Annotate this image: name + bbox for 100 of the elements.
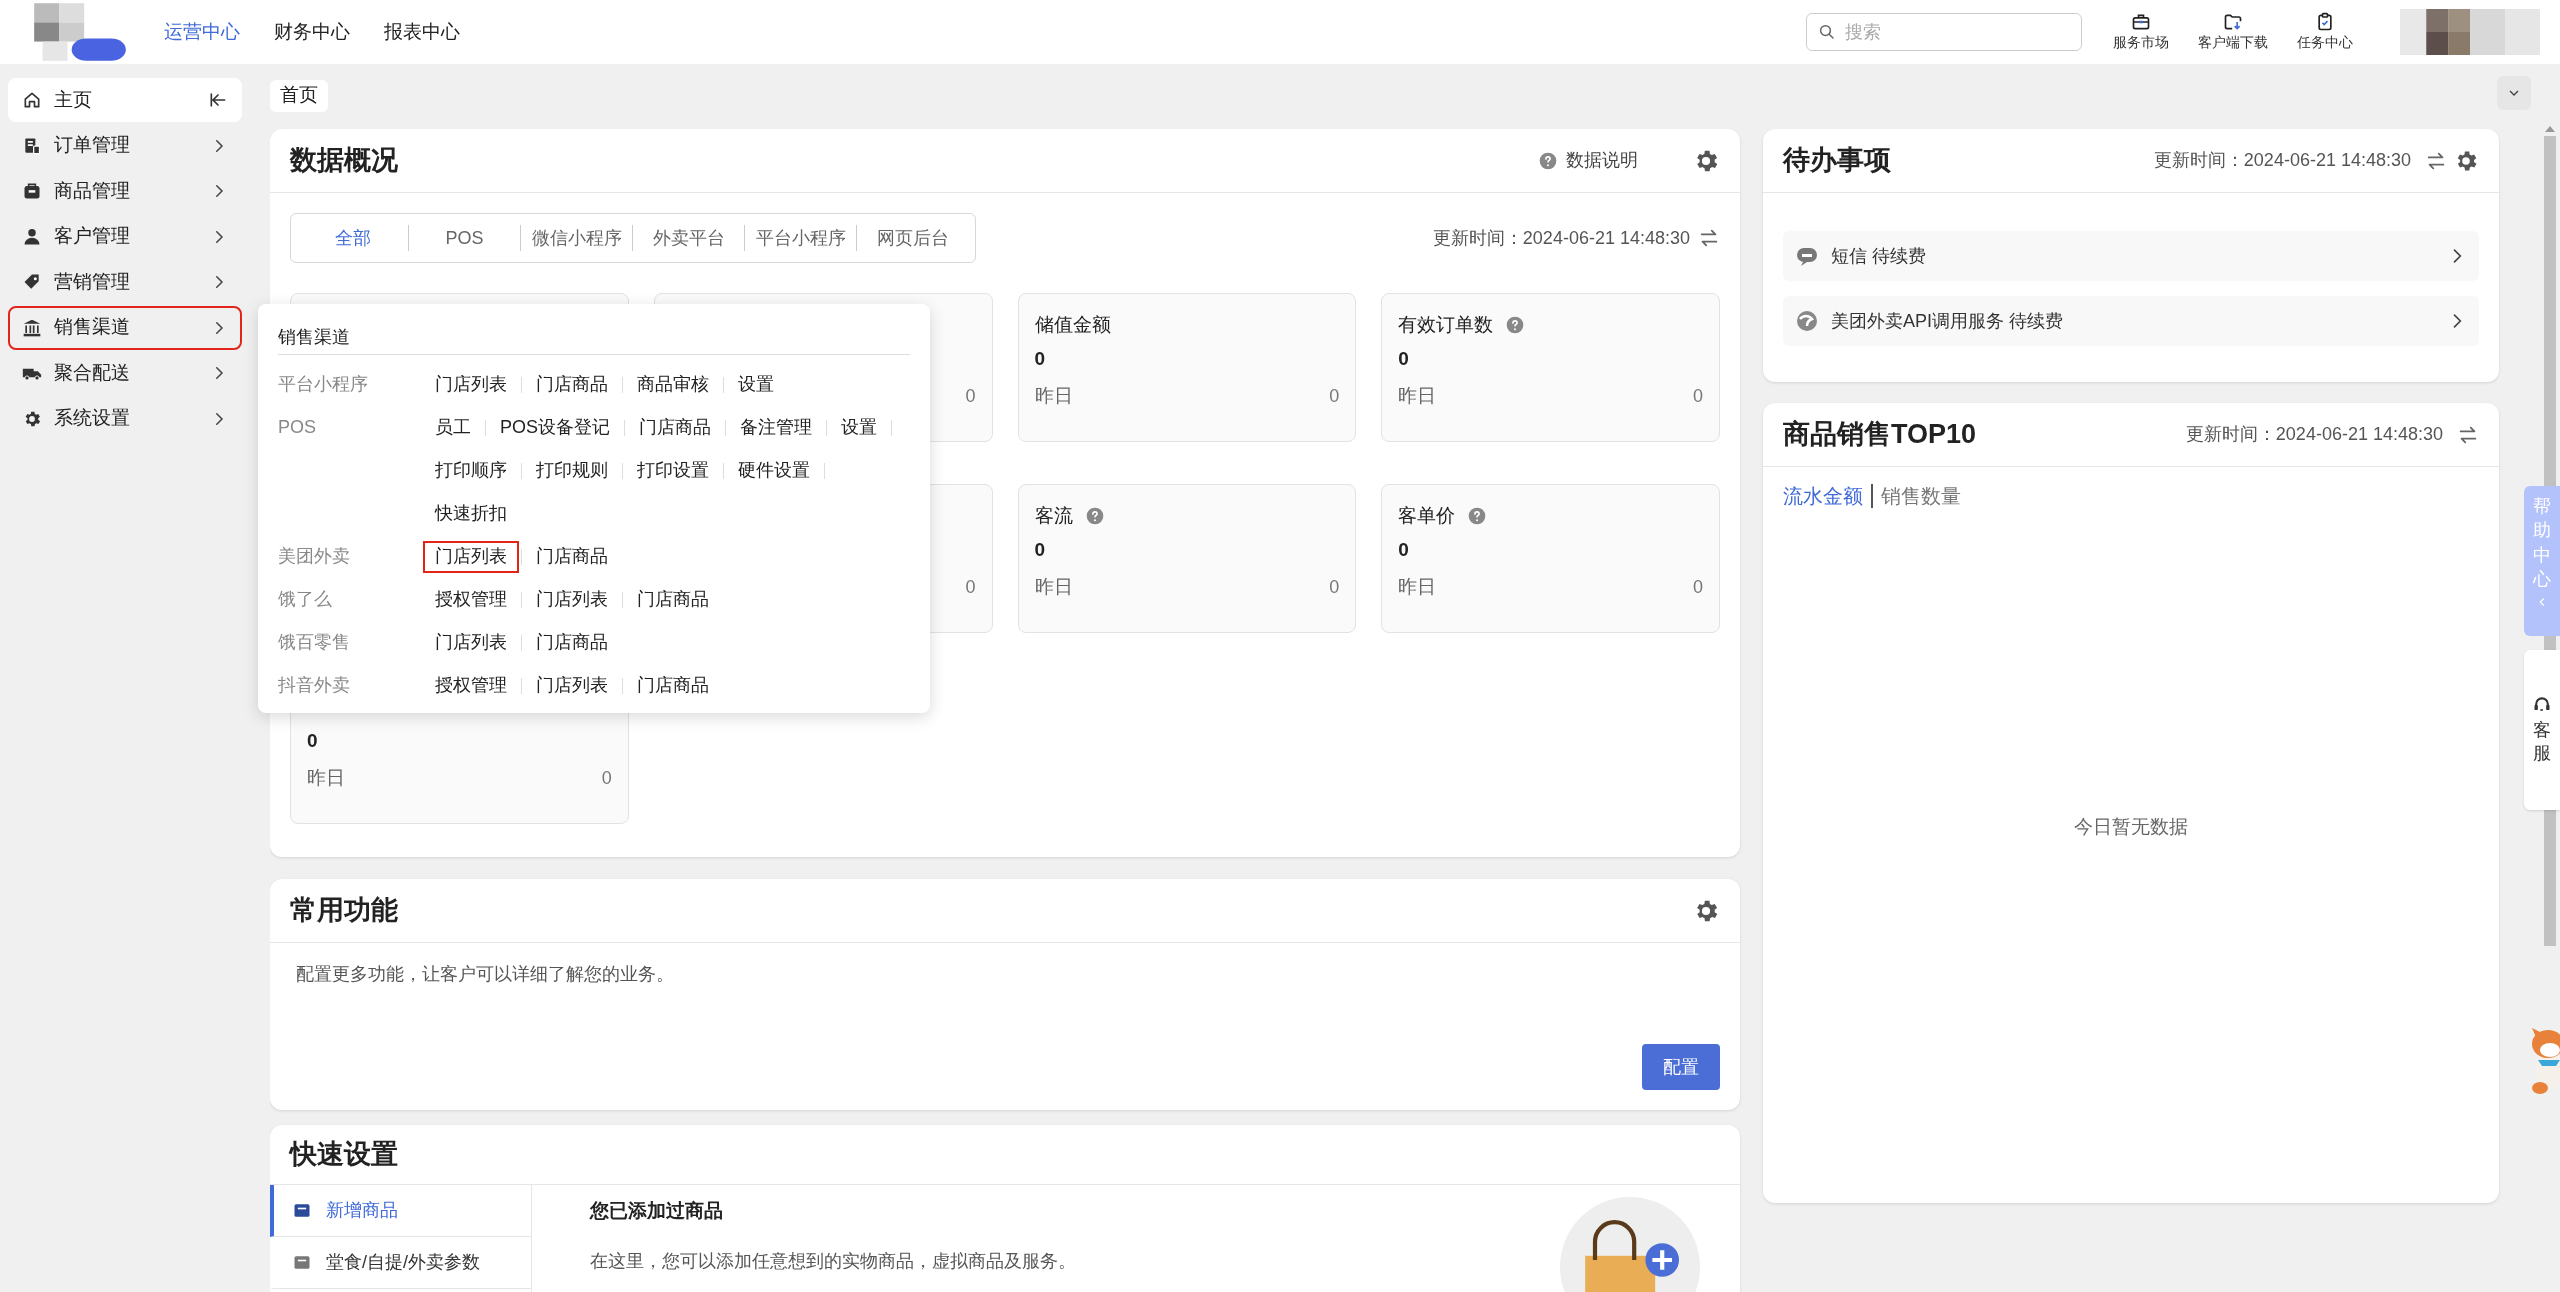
filter-tab[interactable]: 外卖平台 xyxy=(633,225,745,251)
metric-value: 0 xyxy=(1034,537,1046,562)
avatar[interactable] xyxy=(2400,9,2540,55)
metric-value: 0 xyxy=(965,575,976,599)
menu-link[interactable]: 门店商品 xyxy=(625,669,721,702)
metric-label: 储值金额 xyxy=(1034,312,1111,337)
metric-value: 0 xyxy=(1034,346,1046,371)
sidebar-item[interactable]: 商品管理 xyxy=(8,169,242,213)
bag-icon xyxy=(22,181,42,201)
refresh-icon[interactable] xyxy=(1698,227,1720,249)
swirl-icon xyxy=(1795,309,1819,333)
menu-link[interactable]: 打印规则 xyxy=(524,454,620,487)
card-title: 待办事项 xyxy=(1783,144,1891,178)
filter-tab[interactable]: 网页后台 xyxy=(857,225,969,251)
menu-link[interactable]: 授权管理 xyxy=(423,583,519,616)
setup-tab[interactable]: 堂食/自提/外卖参数 xyxy=(270,1237,531,1289)
menu-label: POS xyxy=(278,416,317,439)
menu-label: 饿百零售 xyxy=(278,631,351,654)
metric-caption: 昨日 xyxy=(1034,383,1073,408)
briefcase-icon[interactable] xyxy=(2131,12,2151,32)
metric-toggle[interactable]: 流水金额 xyxy=(1783,481,1863,511)
metric-toggle[interactable]: 销售数量 xyxy=(1881,481,1961,511)
section-heading: 您已添加过商品 xyxy=(590,1199,724,1223)
menu-link[interactable]: 门店列表 xyxy=(423,540,519,573)
customer-service-tab[interactable]: 客服 xyxy=(2524,650,2560,810)
menu-link[interactable]: 设置 xyxy=(726,368,786,401)
home-icon xyxy=(22,90,42,110)
help-icon[interactable] xyxy=(1084,506,1105,526)
menu-link[interactable]: POS设备登记 xyxy=(488,411,622,444)
metric-label: 客单价 xyxy=(1398,503,1456,528)
menu-link[interactable]: 商品审核 xyxy=(625,368,721,401)
menu-link[interactable]: 门店商品 xyxy=(524,626,620,659)
person-icon xyxy=(22,226,42,247)
menu-link[interactable]: 门店商品 xyxy=(524,540,620,573)
menu-link[interactable]: 硬件设置 xyxy=(726,454,822,487)
nav-tab[interactable]: 报表中心 xyxy=(370,0,474,64)
todo-item[interactable]: 美团外卖API调用服务 待续费 xyxy=(1783,296,2479,346)
search-field[interactable]: 搜索 xyxy=(1806,13,2082,51)
filter-tab[interactable]: 全部 xyxy=(297,225,409,251)
menu-link[interactable]: 门店列表 xyxy=(423,368,519,401)
menu-link[interactable]: 门店列表 xyxy=(524,583,620,616)
menu-link[interactable]: 打印设置 xyxy=(625,454,721,487)
metric-value: 0 xyxy=(1329,575,1340,599)
help-icon[interactable] xyxy=(1505,315,1526,335)
todo-item[interactable]: 短信 待续费 xyxy=(1783,231,2479,281)
folder-download-icon[interactable] xyxy=(2223,12,2243,32)
card-title: 数据概况 xyxy=(290,144,398,178)
metric-value: 0 xyxy=(307,728,318,753)
card-title: 商品销售TOP10 xyxy=(1783,418,1977,452)
setup-tab[interactable]: 新增商品 xyxy=(270,1185,531,1237)
metric-value: 0 xyxy=(1398,346,1409,371)
sidebar-item[interactable]: 系统设置 xyxy=(8,396,242,441)
clipboard-check-icon[interactable] xyxy=(2315,12,2335,32)
sidebar-item[interactable]: 聚合配送 xyxy=(8,351,242,395)
bank-icon xyxy=(22,317,42,338)
metric-value: 0 xyxy=(1398,537,1409,562)
card-title: 快速设置 xyxy=(290,1138,398,1172)
metric-caption: 昨日 xyxy=(1398,383,1437,408)
update-time: 更新时间：2024-06-21 14:48:30 xyxy=(2185,423,2443,446)
empty-message: 今日暂无数据 xyxy=(2074,814,2188,839)
metric-caption: 昨日 xyxy=(307,765,345,790)
metric-label: 有效订单数 xyxy=(1398,312,1494,337)
sidebar-item[interactable]: 客户管理 xyxy=(8,214,242,259)
sidebar-item[interactable]: 销售渠道 xyxy=(8,305,242,350)
menu-link[interactable]: 员工 xyxy=(423,411,483,444)
collapse-icon[interactable] xyxy=(208,90,228,110)
menu-link[interactable]: 打印顺序 xyxy=(423,454,519,487)
menu-link[interactable]: 门店商品 xyxy=(627,411,723,444)
menu-link[interactable]: 备注管理 xyxy=(728,411,824,444)
help-link[interactable]: 数据说明 xyxy=(1566,147,1638,174)
help-icon[interactable] xyxy=(1467,506,1488,526)
filter-tab[interactable]: POS xyxy=(409,225,521,251)
menu-link[interactable]: 门店商品 xyxy=(625,583,721,616)
nav-tab[interactable]: 财务中心 xyxy=(260,0,364,64)
menu-link[interactable]: 门店列表 xyxy=(423,626,519,659)
sidebar-item[interactable]: 订单管理 xyxy=(8,123,242,168)
description-text: 在这里，您可以添加任意想到的实物商品，虚拟商品及服务。 xyxy=(590,1249,1077,1273)
toolbar-link[interactable]: 任务中心 xyxy=(2297,32,2353,52)
menu-link[interactable]: 授权管理 xyxy=(423,669,519,702)
filter-tab[interactable]: 微信小程序 xyxy=(521,225,633,251)
metric-caption: 昨日 xyxy=(1398,574,1437,599)
menu-link[interactable]: 设置 xyxy=(829,411,889,444)
metric-value: 0 xyxy=(601,766,612,790)
configure-button[interactable]: 配置 xyxy=(1642,1044,1720,1090)
menu-label: 美团外卖 xyxy=(278,545,351,568)
menu-title: 销售渠道 xyxy=(278,325,351,349)
card-title: 常用功能 xyxy=(290,894,398,928)
filter-tab[interactable]: 平台小程序 xyxy=(745,225,857,251)
sidebar-item[interactable]: 营销管理 xyxy=(8,260,242,304)
search-icon xyxy=(1818,23,1836,41)
menu-link[interactable]: 门店列表 xyxy=(524,669,620,702)
toolbar-link[interactable]: 服务市场 xyxy=(2113,32,2169,52)
help-icon xyxy=(1538,150,1558,171)
page-tab[interactable]: 首页 xyxy=(270,79,328,112)
menu-link[interactable]: 门店商品 xyxy=(524,368,620,401)
nav-tab[interactable]: 运营中心 xyxy=(150,0,254,64)
toolbar-link[interactable]: 客户端下载 xyxy=(2198,32,2268,52)
menu-link[interactable]: 快速折扣 xyxy=(423,497,519,530)
metric-caption: 昨日 xyxy=(1034,574,1073,599)
sidebar-item[interactable]: 主页 xyxy=(8,78,242,122)
